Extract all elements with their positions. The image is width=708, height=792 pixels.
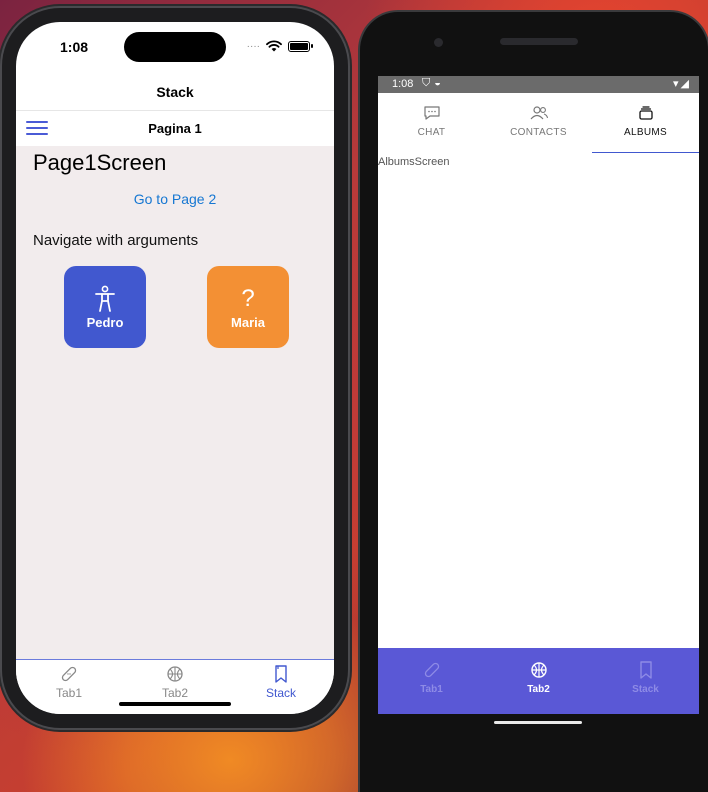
android-status-time: 1:08: [392, 78, 414, 90]
contacts-icon: [529, 104, 549, 122]
navigate-with-arguments-label: Navigate with arguments: [33, 232, 199, 249]
android-tab-tab1-label: Tab1: [420, 684, 443, 695]
stack-title: Stack: [156, 84, 194, 100]
bandage-icon: [59, 664, 79, 684]
ios-tab-tab1-label: Tab1: [55, 686, 83, 700]
ios-home-indicator: [119, 702, 231, 706]
basketball-icon: [529, 660, 549, 680]
ios-status-time: 1:08: [60, 39, 89, 55]
iphone-screen: 1:08 ···· Stack Pagina 1 Page1Screen Go …: [16, 22, 334, 714]
ios-tab-stack[interactable]: Stack: [228, 660, 334, 714]
pedro-label: Pedro: [86, 314, 124, 330]
ios-status-bar: 1:08 ····: [16, 22, 334, 72]
android-bottom-nav: Tab1 Tab2 Stack: [378, 648, 699, 714]
dynamic-island: [124, 32, 226, 62]
maria-label: Maria: [231, 314, 265, 330]
basketball-icon: [165, 664, 185, 684]
android-tab-tab2[interactable]: Tab2: [485, 648, 592, 714]
bookmarks-icon: [271, 664, 291, 684]
bookmarks-icon: [636, 660, 656, 680]
pedro-button[interactable]: Pedro: [64, 266, 146, 348]
tab-chat-label: CHAT: [417, 127, 446, 138]
ios-status-icons: ····: [246, 40, 313, 52]
tab-contacts[interactable]: CONTACTS: [485, 93, 592, 153]
android-tab-tab1[interactable]: Tab1: [378, 648, 485, 714]
android-tab-tab2-label: Tab2: [527, 684, 550, 695]
android-notification-icons: ⛉◒: [422, 77, 445, 89]
ios-tab-stack-label: Stack: [265, 686, 296, 700]
android-status-bar: 1:08 ⛉◒ ▾◢: [378, 76, 699, 93]
wifi-icon: [266, 40, 282, 52]
android-camera: [434, 38, 443, 47]
android-screen: 1:08 ⛉◒ ▾◢ CHAT CONTACTS ALBUMS AlbumsSc…: [378, 76, 699, 714]
android-tab-stack-label: Stack: [632, 684, 659, 695]
tab-contacts-label: CONTACTS: [510, 127, 567, 138]
android-gesture-bar: [494, 721, 582, 724]
chat-icon: [423, 104, 441, 122]
ios-tab-tab1[interactable]: Tab1: [16, 660, 122, 714]
maria-button[interactable]: ? Maria: [207, 266, 289, 348]
nav-header: Pagina 1: [16, 110, 334, 146]
question-mark-icon: ?: [241, 284, 255, 312]
albums-icon: [638, 104, 654, 122]
iphone-device: 1:08 ···· Stack Pagina 1 Page1Screen Go …: [2, 8, 348, 728]
accessibility-person-icon: [93, 285, 117, 313]
albums-screen-text: AlbumsScreen: [378, 156, 450, 168]
page-title: Page1Screen: [33, 150, 167, 175]
android-speaker: [500, 38, 578, 45]
page1-content: Page1Screen Go to Page 2 Navigate with a…: [16, 146, 334, 659]
nav-header-title: Pagina 1: [148, 121, 202, 136]
tab-chat[interactable]: CHAT: [378, 93, 485, 153]
battery-icon: [288, 40, 313, 52]
android-tab-stack[interactable]: Stack: [592, 648, 699, 714]
bandage-icon: [422, 660, 442, 680]
top-tabs: CHAT CONTACTS ALBUMS: [378, 93, 699, 153]
ios-tab-tab2-label: Tab2: [161, 686, 189, 700]
android-signal-icons: ▾◢: [673, 78, 691, 90]
tab-albums-label: ALBUMS: [624, 127, 667, 138]
tab-albums[interactable]: ALBUMS: [592, 93, 699, 153]
go-to-page2-link[interactable]: Go to Page 2: [16, 191, 334, 207]
signal-dots-icon: ····: [246, 40, 260, 52]
